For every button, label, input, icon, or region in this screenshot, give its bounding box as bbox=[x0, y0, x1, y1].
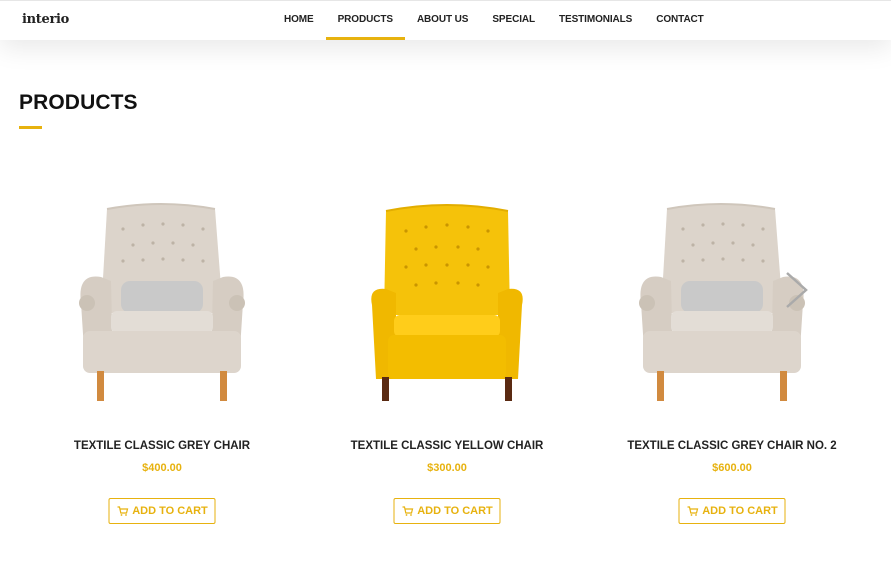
product-card: TEXTILE CLASSIC GREY CHAIR NO. 2 $600.00… bbox=[587, 185, 877, 524]
add-to-cart-label: ADD TO CART bbox=[702, 505, 778, 517]
cart-icon bbox=[687, 506, 698, 516]
yellow-armchair-illustration bbox=[371, 204, 523, 401]
product-name[interactable]: TEXTILE CLASSIC GREY CHAIR bbox=[17, 440, 307, 452]
product-card: TEXTILE CLASSIC YELLOW CHAIR $300.00 ADD… bbox=[302, 185, 592, 524]
chevron-right-icon bbox=[786, 272, 808, 308]
add-to-cart-label: ADD TO CART bbox=[132, 505, 208, 517]
main-nav: HOME PRODUCTS ABOUT US SPECIAL TESTIMONI… bbox=[272, 1, 716, 40]
product-name[interactable]: TEXTILE CLASSIC YELLOW CHAIR bbox=[302, 440, 592, 452]
nav-item-special[interactable]: SPECIAL bbox=[480, 1, 547, 40]
title-underline bbox=[19, 126, 42, 129]
product-image-grey-armchair[interactable] bbox=[17, 185, 307, 420]
nav-item-about-us[interactable]: ABOUT US bbox=[405, 1, 480, 40]
carousel-next-button[interactable] bbox=[781, 270, 811, 310]
logo[interactable]: interio bbox=[22, 12, 69, 27]
section-title: PRODUCTS bbox=[19, 91, 138, 114]
nav-item-products[interactable]: PRODUCTS bbox=[325, 1, 406, 40]
product-price: $600.00 bbox=[712, 462, 752, 474]
add-to-cart-button[interactable]: ADD TO CART bbox=[108, 498, 216, 524]
grey-armchair-illustration bbox=[639, 203, 805, 401]
nav-item-home[interactable]: HOME bbox=[272, 1, 326, 40]
nav-item-contact[interactable]: CONTACT bbox=[644, 1, 715, 40]
product-image-grey-armchair[interactable] bbox=[587, 185, 877, 420]
cart-icon bbox=[117, 506, 128, 516]
cart-icon bbox=[402, 506, 413, 516]
add-to-cart-label: ADD TO CART bbox=[417, 505, 493, 517]
nav-item-testimonials[interactable]: TESTIMONIALS bbox=[547, 1, 644, 40]
product-price: $400.00 bbox=[142, 462, 182, 474]
add-to-cart-button[interactable]: ADD TO CART bbox=[678, 498, 786, 524]
product-card: TEXTILE CLASSIC GREY CHAIR $400.00 ADD T… bbox=[17, 185, 307, 524]
product-image-yellow-armchair[interactable] bbox=[302, 185, 592, 420]
product-price: $300.00 bbox=[427, 462, 467, 474]
grey-armchair-illustration bbox=[79, 203, 245, 401]
add-to-cart-button[interactable]: ADD TO CART bbox=[393, 498, 501, 524]
product-name[interactable]: TEXTILE CLASSIC GREY CHAIR NO. 2 bbox=[587, 440, 877, 452]
top-navigation-bar: interio HOME PRODUCTS ABOUT US SPECIAL T… bbox=[0, 0, 891, 40]
